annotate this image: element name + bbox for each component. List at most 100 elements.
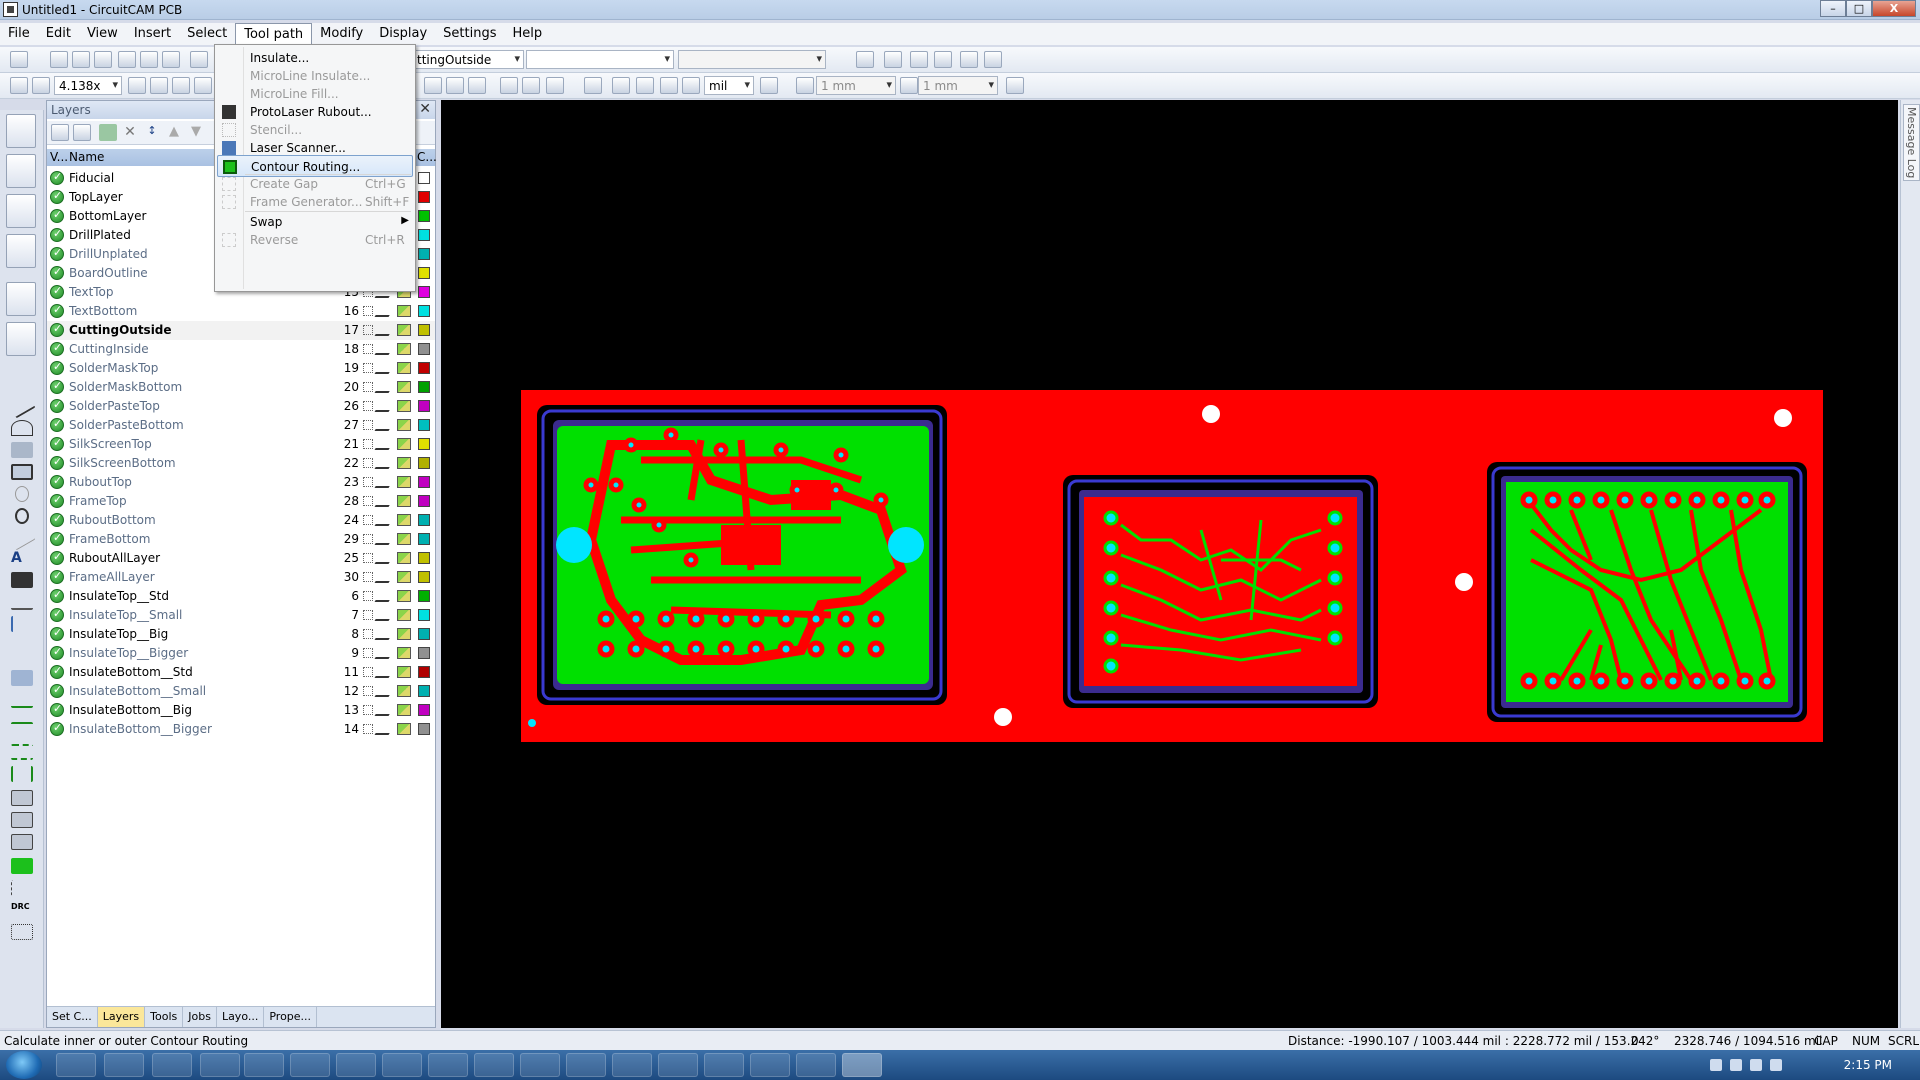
visible-check-icon[interactable] xyxy=(50,360,64,375)
tool-link-icon[interactable] xyxy=(374,590,396,602)
layer-row[interactable]: CuttingInside 18 xyxy=(47,340,435,359)
flag-icon[interactable] xyxy=(1750,1059,1762,1071)
layer-row[interactable]: InsulateBottom__Std 11 xyxy=(47,663,435,682)
tool-select-icon[interactable] xyxy=(397,628,411,640)
tool-link-icon[interactable] xyxy=(374,609,396,621)
layer-color-swatch[interactable] xyxy=(418,552,430,564)
tool-select-icon[interactable] xyxy=(397,647,411,659)
layer-color-swatch[interactable] xyxy=(418,381,430,393)
app4-taskbar-icon[interactable] xyxy=(382,1053,422,1077)
menu-help[interactable]: Help xyxy=(505,23,551,44)
layer-properties-icon[interactable] xyxy=(73,124,91,141)
taskbar-clock[interactable]: 2:15 PM xyxy=(1844,1058,1892,1072)
layer-color-swatch[interactable] xyxy=(418,476,430,488)
layer-output-checkbox[interactable] xyxy=(363,648,373,658)
layer-output-checkbox[interactable] xyxy=(363,496,373,506)
layer-output-checkbox[interactable] xyxy=(363,553,373,563)
align-icon[interactable] xyxy=(11,670,33,686)
paste-icon[interactable] xyxy=(162,51,180,68)
layer-row[interactable]: SilkScreenTop 21 xyxy=(47,435,435,454)
active-layer-combo[interactable]: ttingOutside xyxy=(412,50,524,69)
visible-check-icon[interactable] xyxy=(50,664,64,679)
menu-tool-path[interactable]: Tool path xyxy=(235,23,313,44)
word-taskbar-icon[interactable] xyxy=(152,1053,192,1077)
angle-icon[interactable] xyxy=(682,77,700,94)
layer-filter-combo[interactable] xyxy=(526,50,674,69)
layer-row[interactable]: FrameAllLayer 30 xyxy=(47,568,435,587)
speaker-icon[interactable] xyxy=(1730,1059,1742,1071)
tool-link-icon[interactable] xyxy=(374,685,396,697)
move-up-icon[interactable]: ▲ xyxy=(165,124,183,141)
visible-check-icon[interactable] xyxy=(50,455,64,470)
layer-color-swatch[interactable] xyxy=(418,533,430,545)
save-icon[interactable] xyxy=(94,51,112,68)
pcb-drawing[interactable] xyxy=(441,100,1898,1028)
layer-row[interactable]: RuboutAllLayer 25 xyxy=(47,549,435,568)
layer-color-swatch[interactable] xyxy=(418,647,430,659)
tool-select-icon[interactable] xyxy=(397,419,411,431)
layer-color-swatch[interactable] xyxy=(418,324,430,336)
layer-output-checkbox[interactable] xyxy=(363,686,373,696)
tool-link-icon[interactable] xyxy=(374,362,396,374)
settings-small-icon[interactable] xyxy=(11,924,33,940)
tool-link-icon[interactable] xyxy=(374,552,396,564)
menu-item-frame-generator[interactable]: Frame Generator... Shift+F xyxy=(217,191,413,213)
tool-combo[interactable] xyxy=(678,50,826,69)
layer-row[interactable]: SilkScreenBottom 22 xyxy=(47,454,435,473)
layer-color-swatch[interactable] xyxy=(418,704,430,716)
snap-size-combo[interactable]: 1 mm xyxy=(918,76,998,95)
layer-output-checkbox[interactable] xyxy=(363,401,373,411)
visible-check-icon[interactable] xyxy=(50,474,64,489)
tool-select-icon[interactable] xyxy=(397,609,411,621)
zoom-out-icon[interactable] xyxy=(32,77,50,94)
layer-color-swatch[interactable] xyxy=(418,495,430,507)
zoom-window-icon[interactable] xyxy=(10,77,28,94)
rectangle-tool-icon[interactable] xyxy=(11,464,33,480)
menu-edit[interactable]: Edit xyxy=(38,23,79,44)
tool-select-icon[interactable] xyxy=(397,381,411,393)
tab-set-c[interactable]: Set C... xyxy=(47,1007,98,1027)
visible-check-icon[interactable] xyxy=(50,512,64,527)
visible-check-icon[interactable] xyxy=(50,284,64,299)
layer-output-checkbox[interactable] xyxy=(363,382,373,392)
layer-down-icon[interactable] xyxy=(11,812,33,828)
select-edge-icon[interactable] xyxy=(468,77,486,94)
visible-check-icon[interactable] xyxy=(50,436,64,451)
tool-link-icon[interactable] xyxy=(374,476,396,488)
layer-output-checkbox[interactable] xyxy=(363,420,373,430)
layer-color-swatch[interactable] xyxy=(418,172,430,184)
marker-icon[interactable] xyxy=(11,880,33,896)
tool-select-icon[interactable] xyxy=(397,438,411,450)
visible-check-icon[interactable] xyxy=(50,721,64,736)
visible-check-icon[interactable] xyxy=(50,398,64,413)
tool-link-icon[interactable] xyxy=(374,457,396,469)
open-file-icon[interactable] xyxy=(50,51,68,68)
layer-row[interactable]: InsulateBottom__Big 13 xyxy=(47,701,435,720)
new-file-icon[interactable] xyxy=(10,51,28,68)
menu-item-reverse[interactable]: Reverse Ctrl+R xyxy=(217,229,413,251)
layer-row[interactable]: SolderMaskTop 19 xyxy=(47,359,435,378)
tab-layers[interactable]: Layers xyxy=(97,1007,146,1027)
layer-row[interactable]: InsulateTop__Bigger 9 xyxy=(47,644,435,663)
app11-taskbar-icon[interactable] xyxy=(704,1053,744,1077)
app12-taskbar-icon[interactable] xyxy=(750,1053,790,1077)
layer-row[interactable]: CuttingOutside 17 xyxy=(47,321,435,340)
tool-link-icon[interactable] xyxy=(374,495,396,507)
pad-tool-icon[interactable] xyxy=(15,508,29,524)
space-icon[interactable] xyxy=(11,766,33,782)
tool-select-icon[interactable] xyxy=(397,495,411,507)
tool-select-icon[interactable] xyxy=(397,533,411,545)
print-board-icon[interactable] xyxy=(6,234,36,268)
snap-grid-icon[interactable] xyxy=(612,77,630,94)
layer-color-swatch[interactable] xyxy=(418,305,430,317)
export-icon[interactable] xyxy=(6,282,36,316)
import-icon[interactable] xyxy=(6,114,36,148)
panel-close-icon[interactable]: ✕ xyxy=(419,101,431,117)
network-icon[interactable] xyxy=(1770,1059,1782,1071)
layer-row[interactable]: RuboutBottom 24 xyxy=(47,511,435,530)
menu-insert[interactable]: Insert xyxy=(126,23,179,44)
menu-select[interactable]: Select xyxy=(179,23,235,44)
layer-row[interactable]: RuboutTop 23 xyxy=(47,473,435,492)
visible-check-icon[interactable] xyxy=(50,588,64,603)
start-button[interactable] xyxy=(6,1051,42,1079)
